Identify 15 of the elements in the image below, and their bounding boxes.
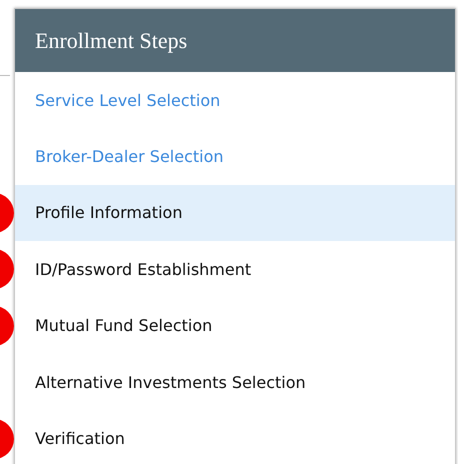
step-link[interactable]: Service Level Selection	[35, 90, 220, 110]
step-label: ID/Password Establishment	[35, 260, 252, 279]
step-item[interactable]: Service Level Selection	[15, 72, 455, 128]
step-link[interactable]: Broker-Dealer Selection	[35, 147, 224, 166]
step-label: Alternative Investments Selection	[35, 372, 306, 392]
step-item[interactable]: Alternative Investments Selection	[15, 354, 455, 410]
step-item[interactable]: Broker-Dealer Selection	[15, 128, 455, 185]
step-item[interactable]: Verification	[15, 410, 455, 464]
step-label: Mutual Fund Selection	[35, 316, 212, 336]
step-label: Profile Information	[35, 203, 182, 222]
step-item[interactable]: Profile Information	[15, 184, 455, 242]
panel-title: Enrollment Steps	[35, 28, 188, 54]
step-label: Verification	[35, 429, 125, 448]
step-item[interactable]: ID/Password Establishment	[15, 241, 455, 298]
step-item[interactable]: Mutual Fund Selection	[15, 298, 455, 354]
